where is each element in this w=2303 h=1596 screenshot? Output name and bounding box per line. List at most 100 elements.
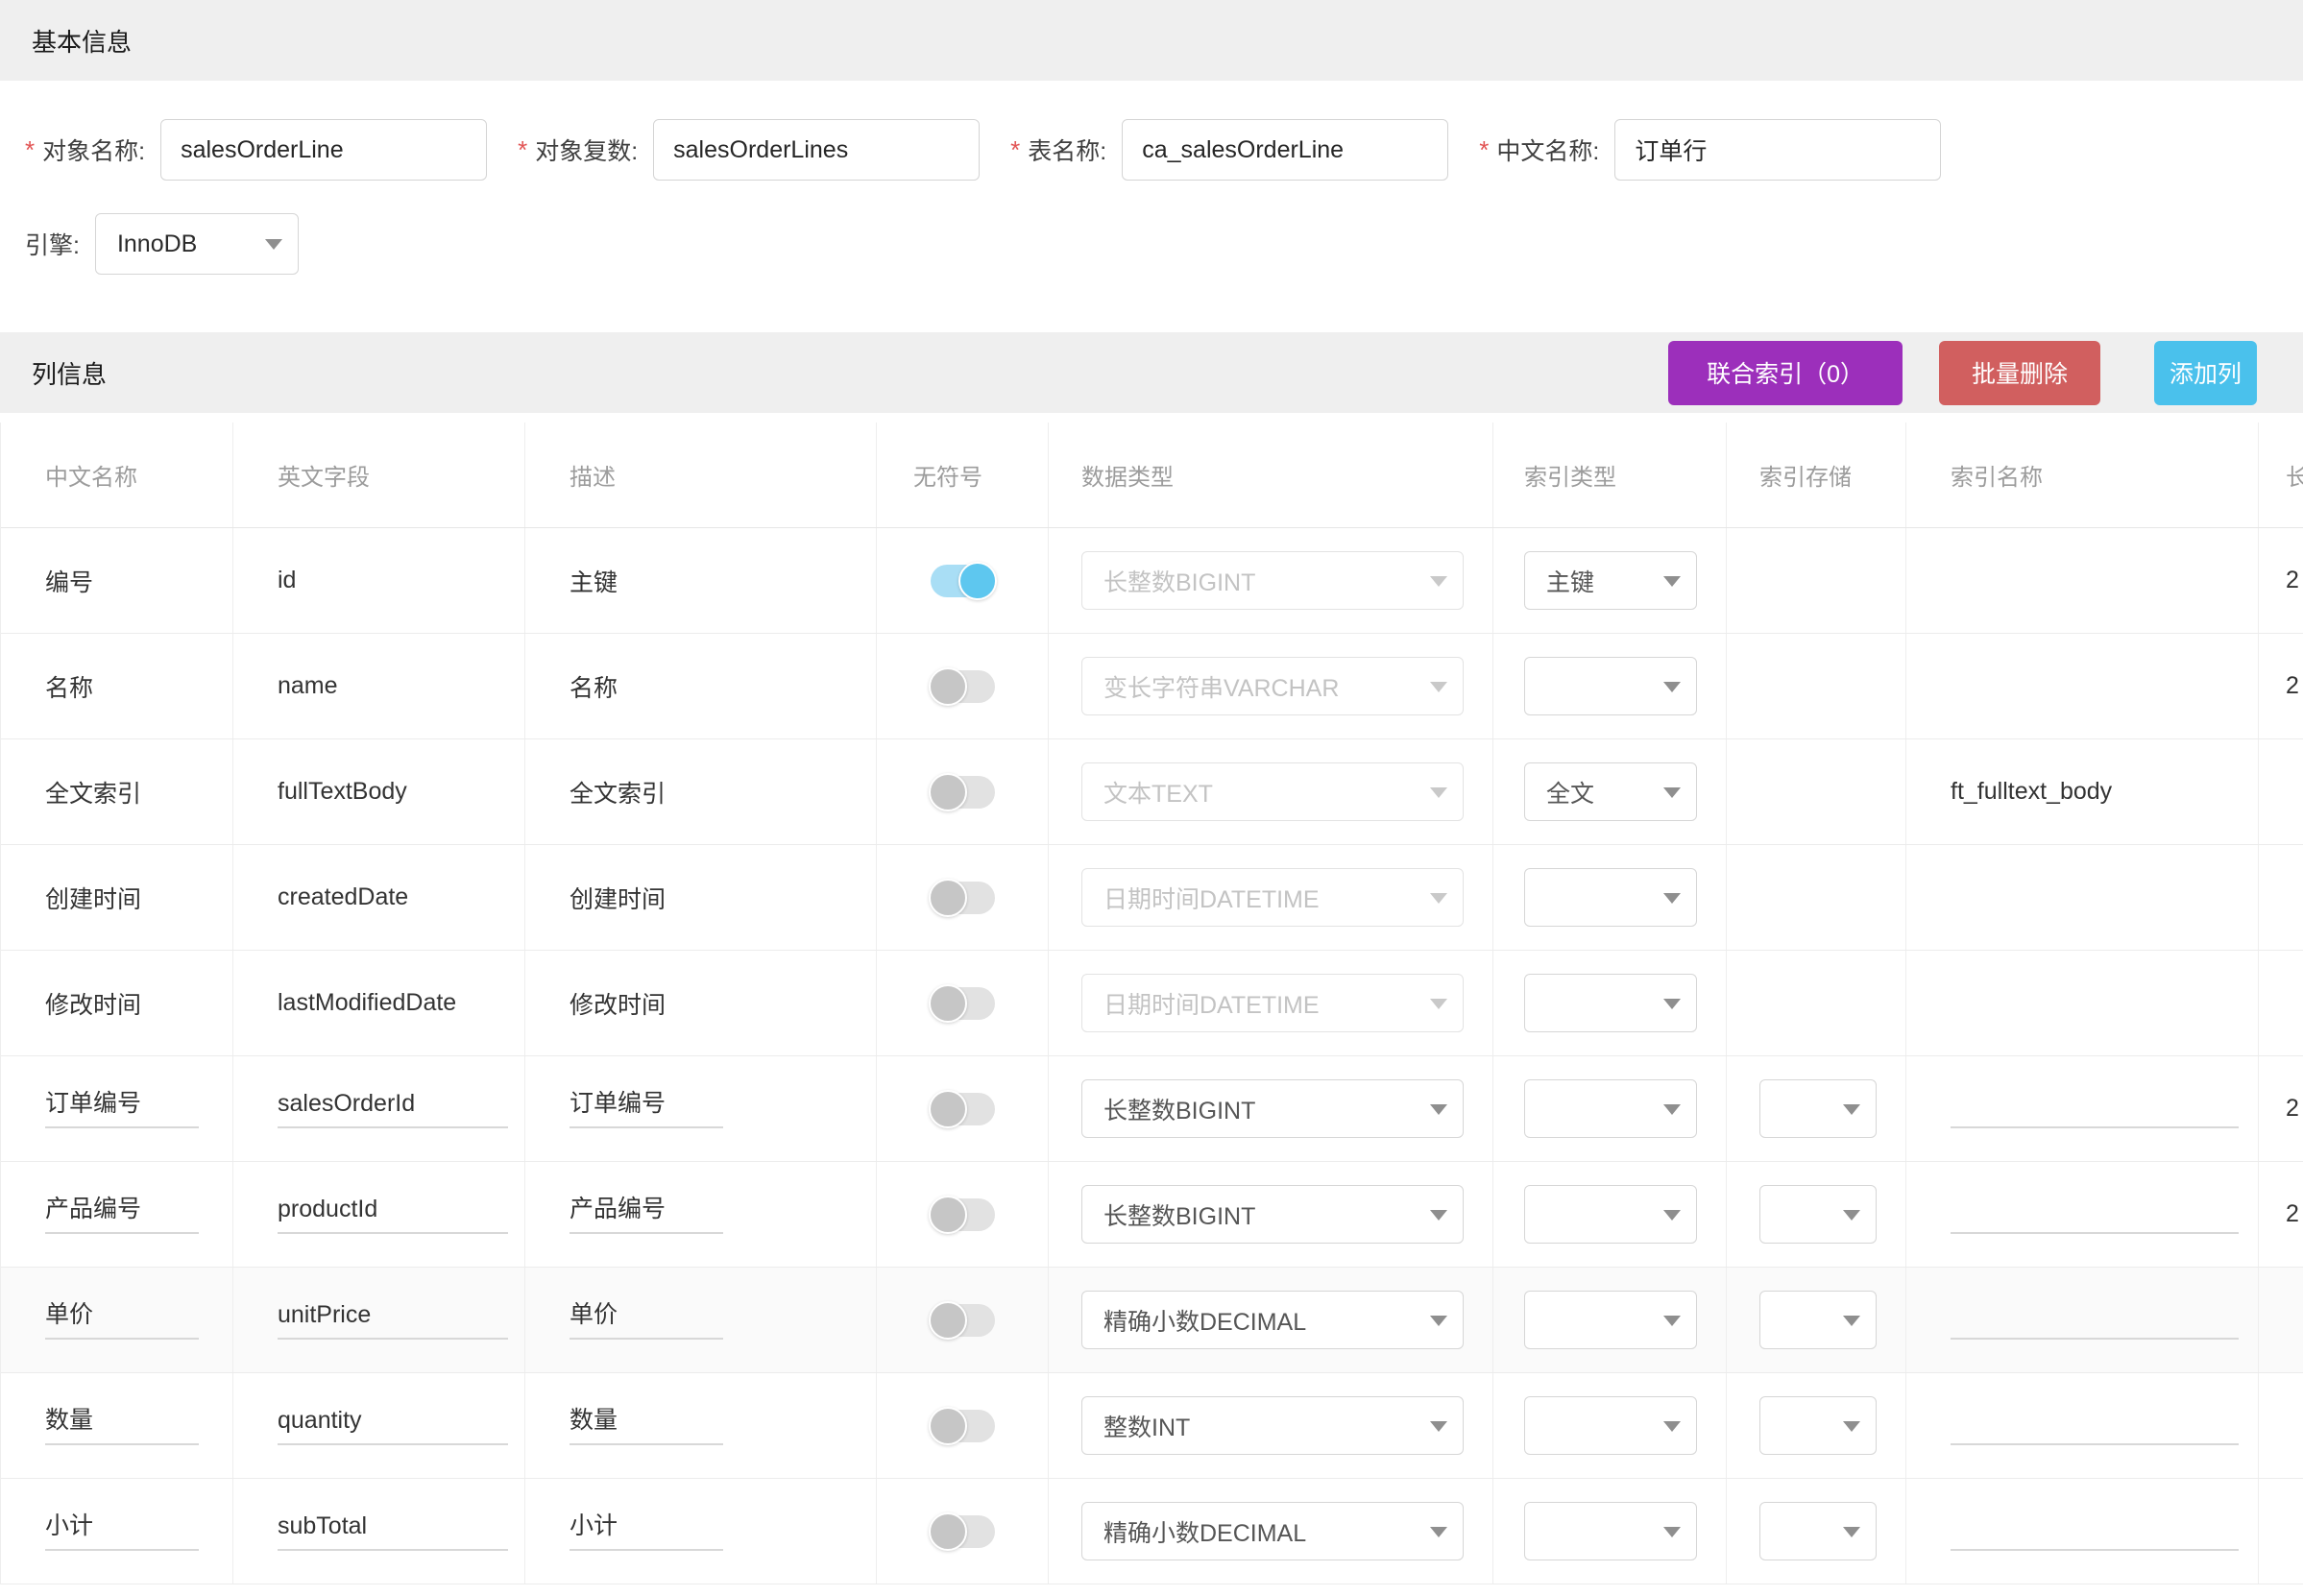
table-row: 编号 id 主键 长整数BIGINT 主键	[1, 528, 2303, 634]
index-type-select[interactable]: 全文	[1524, 762, 1697, 821]
cell-index-name	[1906, 1162, 2259, 1267]
column-cn-name[interactable]: 单价	[45, 1300, 199, 1340]
index-name[interactable]	[1951, 1089, 2239, 1128]
chevron-down-icon	[1843, 1316, 1860, 1326]
object-plural-input[interactable]	[653, 119, 980, 181]
column-description[interactable]: 单价	[570, 1300, 723, 1340]
chevron-down-icon	[1843, 1104, 1860, 1115]
unsigned-toggle[interactable]	[931, 882, 995, 914]
unsigned-toggle[interactable]	[931, 987, 995, 1020]
cell-cn-name: 编号	[1, 528, 233, 633]
cell-description: 创建时间	[525, 845, 877, 950]
unsigned-toggle[interactable]	[931, 565, 995, 597]
data-type-select[interactable]: 长整数BIGINT	[1081, 1079, 1464, 1138]
index-type-select[interactable]	[1524, 1396, 1697, 1455]
field-object-name: * 对象名称:	[25, 119, 487, 181]
table-row: 名称 name 名称 变长字符串VARCHAR	[1, 634, 2303, 739]
column-description[interactable]: 产品编号	[570, 1195, 723, 1234]
field-object-plural: * 对象复数:	[518, 119, 980, 181]
index-type-select[interactable]	[1524, 868, 1697, 927]
batch-delete-button[interactable]: 批量删除	[1939, 341, 2100, 405]
table-name-label: 表名称:	[1028, 133, 1106, 167]
index-storage-select[interactable]	[1759, 1185, 1877, 1244]
column-cn-name[interactable]: 小计	[45, 1511, 199, 1551]
column-cn-name[interactable]: 产品编号	[45, 1195, 199, 1234]
column-description: 修改时间	[570, 986, 666, 1021]
column-en-field[interactable]: subTotal	[278, 1511, 508, 1551]
index-type-select[interactable]	[1524, 1502, 1697, 1560]
cell-index-storage	[1727, 845, 1906, 950]
cell-en-field: id	[233, 528, 525, 633]
unsigned-toggle[interactable]	[931, 1198, 995, 1231]
table-header: 中文名称 英文字段 描述 无符号 数据类型 索引类型 索引存储 索引名称 长度	[1, 423, 2303, 528]
column-description[interactable]: 数量	[570, 1406, 723, 1445]
cell-index-storage	[1727, 951, 1906, 1055]
column-en-field[interactable]: salesOrderId	[278, 1089, 508, 1128]
cell-cn-name: 创建时间	[1, 845, 233, 950]
column-en-field[interactable]: productId	[278, 1195, 508, 1234]
index-storage-select[interactable]	[1759, 1502, 1877, 1560]
cell-description: 产品编号	[525, 1162, 877, 1267]
index-type-select[interactable]	[1524, 657, 1697, 715]
toggle-knob	[929, 1407, 967, 1445]
index-type-select[interactable]	[1524, 1185, 1697, 1244]
unsigned-toggle[interactable]	[931, 1304, 995, 1337]
column-description[interactable]: 小计	[570, 1511, 723, 1551]
index-type-select[interactable]	[1524, 1291, 1697, 1349]
index-name[interactable]	[1951, 1300, 2239, 1340]
unsigned-toggle[interactable]	[931, 776, 995, 809]
table-row: 创建时间 createdDate 创建时间 日期时间DATETIME	[1, 845, 2303, 951]
unsigned-toggle[interactable]	[931, 1515, 995, 1548]
column-en-field[interactable]: unitPrice	[278, 1300, 508, 1340]
chevron-down-icon	[1843, 1527, 1860, 1537]
object-name-input[interactable]	[160, 119, 487, 181]
cell-unsigned	[877, 634, 1049, 738]
chevron-down-icon	[1430, 1421, 1447, 1432]
index-storage-select[interactable]	[1759, 1079, 1877, 1138]
add-column-button[interactable]: 添加列	[2154, 341, 2257, 405]
chevron-down-icon	[1663, 1316, 1681, 1326]
table-name-input[interactable]	[1122, 119, 1448, 181]
column-cn-name[interactable]: 订单编号	[45, 1089, 199, 1128]
cell-data-type: 变长字符串VARCHAR	[1049, 634, 1493, 738]
chinese-name-input[interactable]	[1614, 119, 1941, 181]
index-name[interactable]	[1951, 1511, 2239, 1551]
index-type-select[interactable]: 主键	[1524, 551, 1697, 610]
index-type-select[interactable]	[1524, 974, 1697, 1032]
chevron-down-icon	[1663, 1104, 1681, 1115]
index-name[interactable]	[1951, 1406, 2239, 1445]
cell-length: 2	[2259, 1162, 2303, 1267]
col-header-cn-name: 中文名称	[1, 423, 233, 527]
column-cn-name[interactable]: 数量	[45, 1406, 199, 1445]
chevron-down-icon	[1663, 999, 1681, 1009]
cell-length: 2	[2259, 528, 2303, 633]
index-name[interactable]	[1951, 1195, 2239, 1234]
cell-index-name	[1906, 845, 2259, 950]
data-type-select[interactable]: 精确小数DECIMAL	[1081, 1502, 1464, 1560]
cell-index-type	[1493, 634, 1727, 738]
data-type-select[interactable]: 整数INT	[1081, 1396, 1464, 1455]
cell-unsigned	[877, 528, 1049, 633]
column-en-field[interactable]: quantity	[278, 1406, 508, 1445]
column-cn-name: 修改时间	[45, 986, 141, 1021]
cell-length	[2259, 951, 2303, 1055]
cell-description: 全文索引	[525, 739, 877, 844]
cell-cn-name: 数量	[1, 1373, 233, 1478]
index-type-select[interactable]	[1524, 1079, 1697, 1138]
data-type-value: 日期时间DATETIME	[1103, 881, 1320, 915]
data-type-select[interactable]: 长整数BIGINT	[1081, 1185, 1464, 1244]
column-en-field: name	[278, 672, 338, 700]
unsigned-toggle[interactable]	[931, 670, 995, 703]
unsigned-toggle[interactable]	[931, 1410, 995, 1442]
columns-section-header: 列信息 联合索引（0） 批量删除 添加列	[0, 332, 2303, 413]
cell-index-type	[1493, 845, 1727, 950]
index-storage-select[interactable]	[1759, 1291, 1877, 1349]
composite-index-button[interactable]: 联合索引（0）	[1668, 341, 1903, 405]
column-description[interactable]: 订单编号	[570, 1089, 723, 1128]
engine-select[interactable]: InnoDB	[95, 213, 299, 275]
col-header-length: 长度	[2259, 423, 2303, 527]
data-type-select[interactable]: 精确小数DECIMAL	[1081, 1291, 1464, 1349]
data-type-select: 日期时间DATETIME	[1081, 974, 1464, 1032]
unsigned-toggle[interactable]	[931, 1093, 995, 1125]
index-storage-select[interactable]	[1759, 1396, 1877, 1455]
